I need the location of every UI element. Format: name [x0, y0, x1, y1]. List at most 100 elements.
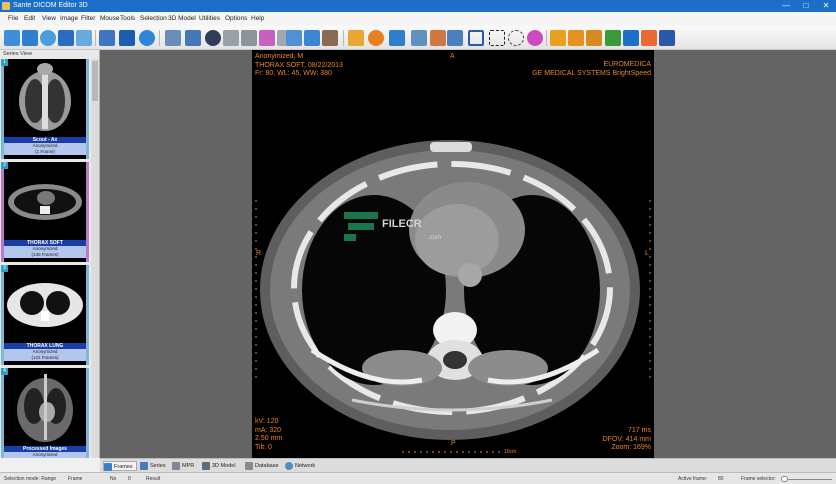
menu-options[interactable]: Options	[225, 12, 247, 26]
tools-icon[interactable]	[165, 30, 181, 46]
series-number-1: 1	[1, 59, 8, 66]
menu-image[interactable]: Image	[60, 12, 78, 26]
status-selection-mode-value: Frame	[68, 476, 83, 482]
color-icon[interactable]	[527, 30, 543, 46]
series-number-3: 3	[1, 265, 8, 272]
overlay-zoom: Zoom: 169%	[611, 444, 651, 451]
app-window: Sante DICOM Editor 3D — □ ✕ File Edit Vi…	[0, 0, 836, 484]
overlay-manufacturer: GE MEDICAL SYSTEMS BrightSpeed	[532, 69, 651, 77]
watermark-domain: .com	[428, 235, 442, 241]
line-icon[interactable]	[605, 30, 621, 46]
series-panel: Series View 1 Scout - Ax Anonymized (1 F…	[0, 50, 100, 458]
anonymize-icon[interactable]	[223, 30, 239, 46]
menu-edit[interactable]: Edit	[24, 12, 35, 26]
database-icon	[245, 462, 253, 470]
tab-series[interactable]: Series	[140, 461, 170, 471]
overlay-thickness: 2.50 mm	[255, 435, 283, 442]
minimize-button[interactable]: —	[776, 0, 796, 12]
overlay-series-date: THORAX SOFT, 08/22/2013	[255, 61, 343, 69]
portrait-icon[interactable]	[322, 30, 338, 46]
shield-icon[interactable]	[348, 30, 364, 46]
overlay-kv: kV: 120	[255, 418, 279, 425]
menu-file[interactable]: File	[8, 12, 18, 26]
tab-database[interactable]: Database	[245, 461, 285, 471]
open-cd-icon[interactable]	[22, 30, 38, 46]
frame-selector-track[interactable]	[788, 479, 832, 480]
status-active-frame-value: 80	[718, 476, 724, 482]
info-icon[interactable]	[139, 30, 155, 46]
frame-selector-handle[interactable]	[781, 476, 788, 482]
view-tabs: Frames Series MPR 3D Model Database Netw…	[100, 458, 836, 472]
zoom-icon[interactable]	[447, 30, 463, 46]
tab-network[interactable]: Network	[285, 461, 325, 471]
image-viewport[interactable]: Anonymized, M THORAX SOFT, 08/22/2013 Fr…	[252, 50, 654, 458]
open-folder-icon[interactable]	[4, 30, 20, 46]
series-item-1[interactable]: 1 Scout - Ax Anonymized (1 Frame)	[1, 59, 89, 159]
menu-filter[interactable]: Filter	[81, 12, 95, 26]
title-bar: Sante DICOM Editor 3D — □ ✕	[0, 0, 836, 12]
arrow-icon[interactable]	[623, 30, 639, 46]
menu-tools[interactable]: Tools	[120, 12, 135, 26]
corner-icon[interactable]	[586, 30, 602, 46]
overlay-institution: EUROMEDICA	[603, 61, 651, 68]
menu-selection[interactable]: Selection	[140, 12, 167, 26]
series-panel-header: Series View	[3, 51, 32, 57]
layout-icon[interactable]	[286, 30, 302, 46]
3d-model-icon	[202, 462, 210, 470]
settings-icon[interactable]	[185, 30, 201, 46]
pattern-icon[interactable]	[259, 30, 275, 46]
eye-icon[interactable]	[205, 30, 221, 46]
frames-icon	[104, 463, 112, 471]
overlay-ma: mA: 320	[255, 426, 282, 434]
dotted-select-icon[interactable]	[489, 30, 505, 46]
orientation-bottom: P	[451, 440, 456, 447]
series-item-4[interactable]: 4 Processed Images Anonymized	[1, 368, 89, 458]
save-icon[interactable]	[58, 30, 74, 46]
pan-arrows-icon[interactable]	[389, 30, 405, 46]
eraser-icon[interactable]	[641, 30, 657, 46]
series-item-3[interactable]: 3 THORAX LUNG Anonymized (122 Frames)	[1, 265, 89, 365]
menu-utilities[interactable]: Utilities	[199, 12, 220, 26]
series-scrollbar[interactable]	[91, 59, 99, 458]
window-title: Sante DICOM Editor 3D	[13, 2, 88, 9]
image-icon[interactable]	[430, 30, 446, 46]
toolbar	[0, 26, 836, 50]
rectangle-select-icon[interactable]	[468, 30, 484, 46]
protractor-icon[interactable]	[568, 30, 584, 46]
menu-bar: File Edit View Image Filter Mouse Tools …	[0, 12, 836, 26]
scale-label: 10cm	[504, 449, 517, 455]
tab-mpr[interactable]: MPR	[172, 461, 200, 471]
network-icon	[285, 462, 293, 470]
export-icon[interactable]	[99, 30, 115, 46]
menu-3d-model[interactable]: 3D Model	[168, 12, 196, 26]
cloud-icon[interactable]	[40, 30, 56, 46]
monitor-icon[interactable]	[119, 30, 135, 46]
zoom-fit-icon[interactable]	[304, 30, 320, 46]
series-thumbnail-3	[4, 267, 86, 341]
series-icon	[140, 462, 148, 470]
magnify-icon[interactable]	[411, 30, 427, 46]
maximize-button[interactable]: □	[796, 0, 816, 12]
freehand-select-icon[interactable]	[508, 30, 524, 46]
overlay-window-level: Fr: 80, WL: 45, WW: 380	[255, 70, 332, 77]
overlay-tilt: Tilt: 0	[255, 443, 272, 451]
series-item-2[interactable]: 2 THORAX SOFT Anonymized (140 Frames)	[1, 162, 89, 262]
series-scrollbar-thumb[interactable]	[92, 61, 98, 101]
overlay-top-right: EUROMEDICA GE MEDICAL SYSTEMS BrightSpee…	[532, 61, 651, 78]
status-frame-selector-label: Frame selector:	[741, 476, 776, 482]
close-button[interactable]: ✕	[816, 0, 836, 12]
menu-view[interactable]: View	[42, 12, 56, 26]
compare-icon[interactable]	[241, 30, 257, 46]
text-icon[interactable]	[659, 30, 675, 46]
tab-frames[interactable]: Frames	[103, 461, 137, 471]
series-thumbnail-2	[4, 164, 86, 238]
menu-mouse[interactable]: Mouse	[100, 12, 120, 26]
orientation-top: A	[450, 53, 455, 60]
mpr-icon	[172, 462, 180, 470]
print-icon[interactable]	[76, 30, 92, 46]
tab-3d-model[interactable]: 3D Model	[202, 461, 242, 471]
angle-icon[interactable]	[550, 30, 566, 46]
status-bar: Selection mode: Range Frame No 0 Result …	[0, 472, 836, 484]
brightness-icon[interactable]	[368, 30, 384, 46]
menu-help[interactable]: Help	[251, 12, 264, 26]
